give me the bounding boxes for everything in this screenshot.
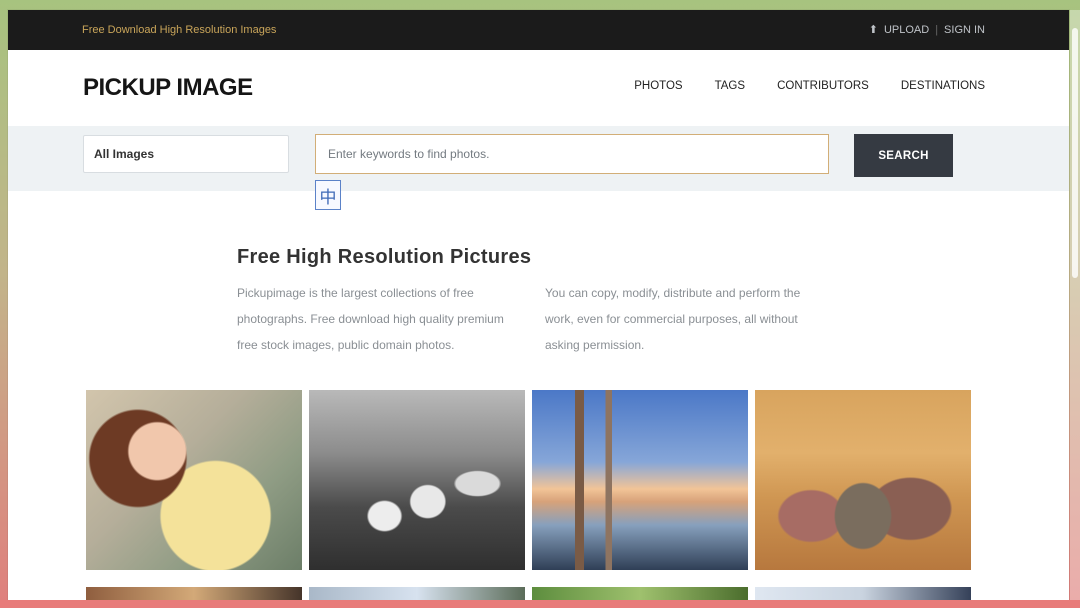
ime-indicator[interactable]: 中 (315, 180, 341, 210)
top-bar: Free Download High Resolution Images ⬆ U… (8, 10, 1069, 50)
gallery-photo-4[interactable] (755, 390, 971, 570)
page-frame: Free Download High Resolution Images ⬆ U… (8, 10, 1069, 608)
user-links: ⬆ UPLOAD | SIGN IN (868, 23, 985, 37)
intro-title: Free High Resolution Pictures (237, 246, 532, 268)
upload-link[interactable]: UPLOAD (884, 24, 929, 36)
nav-contributors[interactable]: CONTRIBUTORS (777, 80, 869, 92)
main-nav: PHOTOS TAGS CONTRIBUTORS DESTINATIONS (634, 80, 985, 92)
search-input[interactable] (315, 134, 829, 174)
site-header: PICKUP IMAGE PHOTOS TAGS CONTRIBUTORS DE… (8, 50, 1069, 126)
intro-right-text: You can copy, modify, distribute and per… (545, 286, 801, 352)
upload-icon: ⬆ (868, 24, 878, 36)
site-logo[interactable]: PICKUP IMAGE (83, 74, 253, 102)
nav-destinations[interactable]: DESTINATIONS (901, 80, 985, 92)
gallery-photo-2[interactable] (309, 390, 525, 570)
nav-tags[interactable]: TAGS (715, 80, 745, 92)
scrollbar-thumb[interactable] (1072, 28, 1078, 278)
intro-left-text: Pickupimage is the largest collections o… (237, 286, 504, 352)
bottom-band (0, 600, 1080, 608)
gallery-photo-3[interactable] (532, 390, 748, 570)
gallery-photo-1[interactable] (86, 390, 302, 570)
site-tagline: Free Download High Resolution Images (82, 24, 277, 36)
page-scrollbar[interactable] (1070, 10, 1080, 608)
search-bar: All Images SEARCH (8, 126, 1069, 191)
link-separator: | (935, 23, 939, 36)
nav-photos[interactable]: PHOTOS (634, 80, 682, 92)
search-button[interactable]: SEARCH (854, 134, 953, 177)
category-select[interactable]: All Images (83, 135, 289, 173)
signin-link[interactable]: SIGN IN (944, 24, 985, 36)
